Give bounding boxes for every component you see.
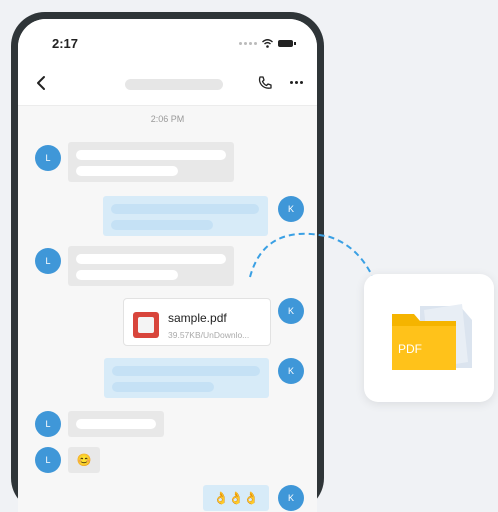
file-name: sample.pdf: [168, 311, 227, 325]
contact-avatar[interactable]: L: [35, 145, 61, 171]
emoji-thumbs: 👌👌👌: [213, 491, 259, 505]
emoji-smile: 😊: [76, 453, 92, 467]
incoming-message[interactable]: [68, 142, 234, 182]
outgoing-message[interactable]: [104, 358, 269, 398]
contact-avatar[interactable]: L: [35, 447, 61, 473]
pdf-file-icon: [133, 312, 159, 338]
my-avatar[interactable]: K: [278, 196, 304, 222]
battery-icon: [278, 40, 296, 47]
emoji-message[interactable]: 👌👌👌: [203, 485, 269, 511]
my-avatar[interactable]: K: [278, 485, 304, 511]
status-bar: 2:17: [18, 19, 317, 63]
back-arrow-icon[interactable]: [32, 73, 52, 93]
message-list[interactable]: 2:06 PM L K L sample.pdf 39.57KB/UnDownl…: [18, 106, 317, 512]
pdf-folder-icon: PDF: [392, 304, 472, 370]
wifi-icon: [262, 39, 273, 48]
contact-avatar[interactable]: L: [35, 411, 61, 437]
status-icons: [239, 39, 296, 48]
signal-icon: [239, 42, 257, 45]
more-options-icon[interactable]: [290, 81, 303, 84]
chat-header: [18, 63, 317, 106]
file-attachment[interactable]: sample.pdf 39.57KB/UnDownlo...: [123, 298, 271, 346]
phone-call-icon[interactable]: [257, 75, 273, 91]
contact-avatar[interactable]: L: [35, 248, 61, 274]
file-meta: 39.57KB/UnDownlo...: [168, 330, 250, 340]
message-timestamp: 2:06 PM: [150, 114, 185, 124]
my-avatar[interactable]: K: [278, 358, 304, 384]
emoji-message[interactable]: 😊: [68, 447, 100, 473]
incoming-message[interactable]: [68, 411, 164, 437]
contact-name-placeholder: [125, 79, 223, 90]
pdf-folder-label: PDF: [398, 342, 422, 356]
status-time: 2:17: [52, 36, 79, 51]
incoming-message[interactable]: [68, 246, 234, 286]
pdf-folder-card: PDF: [364, 274, 494, 402]
